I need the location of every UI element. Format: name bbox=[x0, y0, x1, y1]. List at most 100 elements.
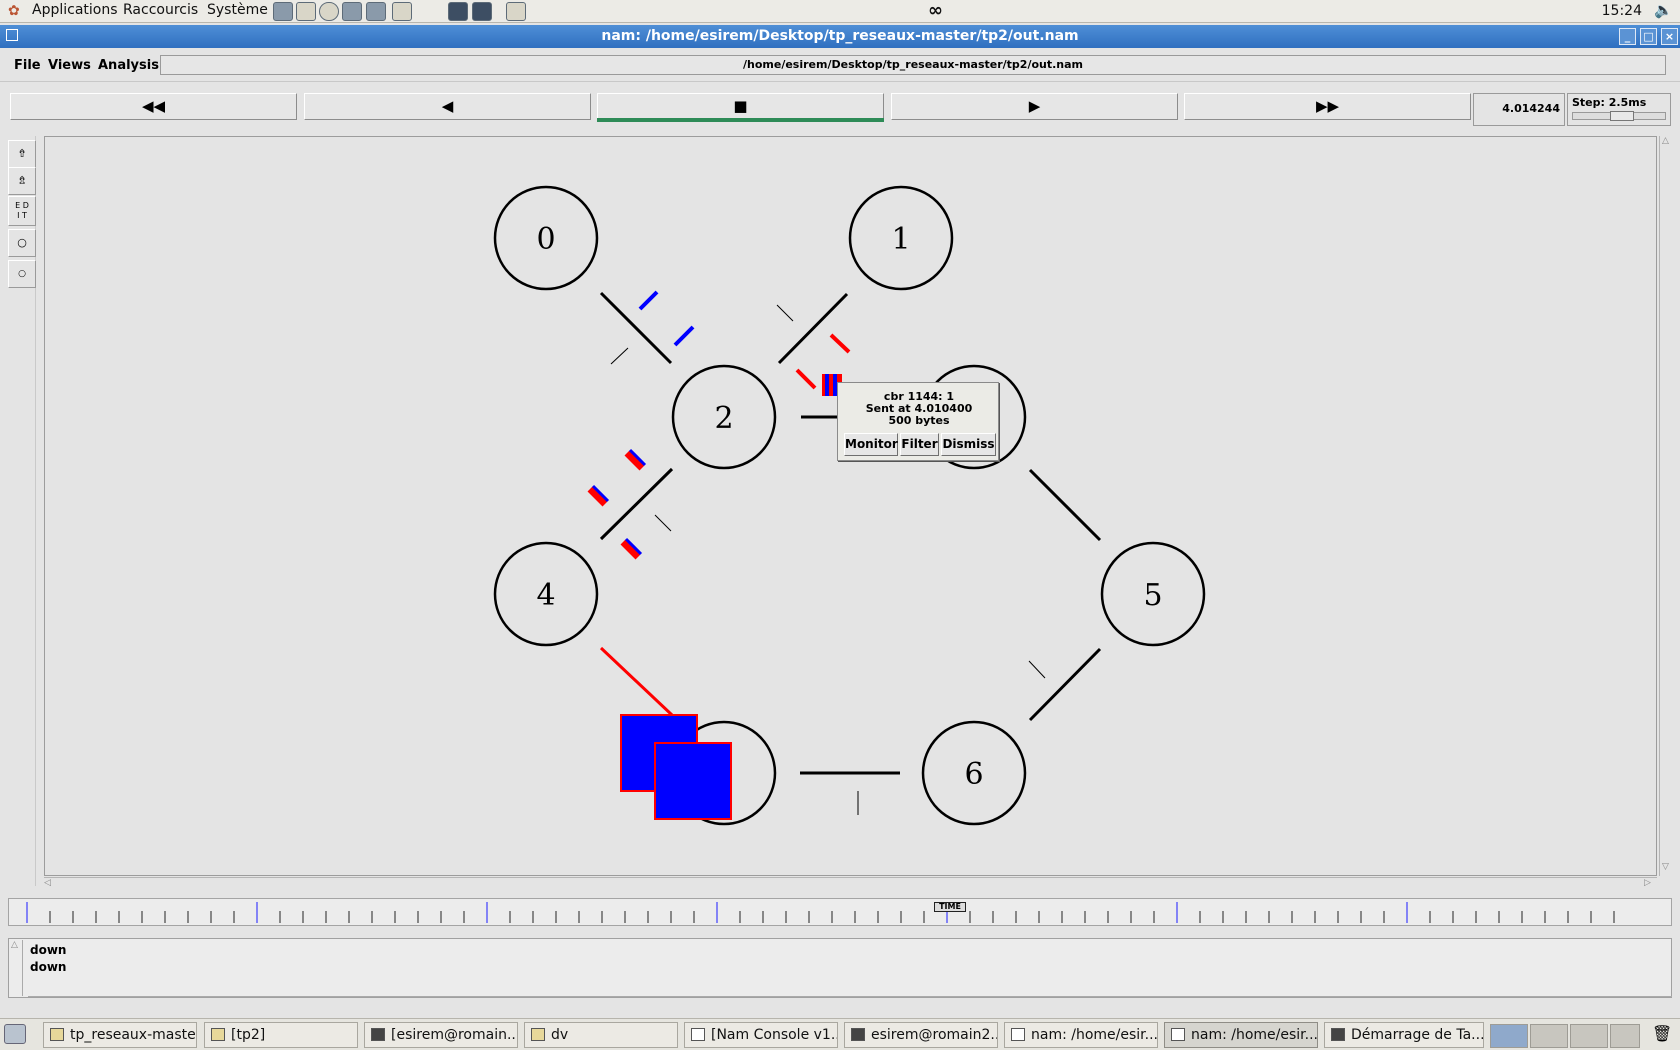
task-tp2[interactable]: [tp2] bbox=[204, 1022, 358, 1048]
terminal-icon bbox=[371, 1028, 385, 1041]
network-launcher-icon[interactable] bbox=[273, 2, 293, 21]
workspace-4[interactable] bbox=[1610, 1024, 1640, 1048]
analysis-menu[interactable]: Analysis bbox=[98, 58, 159, 73]
task-tp-reseaux-master[interactable]: tp_reseaux-master bbox=[43, 1022, 197, 1048]
task-label: esirem@romain2... bbox=[871, 1027, 998, 1043]
trace-path-field: /home/esirem/Desktop/tp_reseaux-master/t… bbox=[160, 55, 1666, 75]
step-slider-knob[interactable] bbox=[1610, 111, 1634, 121]
packet-info-popup: cbr 1144: 1 Sent at 4.010400 500 bytes M… bbox=[837, 382, 999, 461]
task-label: [Nam Console v1... bbox=[711, 1027, 838, 1043]
log-horizontal-scrollbar[interactable] bbox=[28, 996, 1672, 1006]
volume-icon[interactable]: 🔈 bbox=[1654, 1, 1674, 21]
screenshot-launcher-icon[interactable] bbox=[472, 2, 492, 21]
stop-button[interactable]: ■ bbox=[597, 93, 884, 120]
applications-menu[interactable]: Applications bbox=[32, 2, 118, 18]
disk-launcher-icon[interactable] bbox=[366, 2, 386, 21]
task-terminal-2[interactable]: esirem@romain2... bbox=[844, 1022, 998, 1048]
task-label: Démarrage de Ta... bbox=[1351, 1027, 1484, 1043]
animation-canvas[interactable]: 0 1 2 5 4 6 bbox=[44, 136, 1657, 876]
time-slider[interactable] bbox=[8, 898, 1672, 926]
play-backward-button[interactable]: ◀ bbox=[304, 93, 591, 120]
play-forward-button[interactable]: ▶ bbox=[891, 93, 1178, 120]
log-vertical-scrollbar[interactable]: △ bbox=[10, 940, 23, 996]
maximize-button[interactable]: □ bbox=[1640, 28, 1657, 45]
close-button[interactable]: × bbox=[1661, 28, 1678, 45]
terminal-launcher-icon[interactable] bbox=[448, 2, 468, 21]
node-label-0: 0 bbox=[536, 222, 555, 257]
task-nam-console[interactable]: [Nam Console v1... bbox=[684, 1022, 838, 1048]
views-menu[interactable]: Views bbox=[48, 58, 91, 73]
window-menu-icon[interactable] bbox=[6, 29, 18, 41]
window-title: nam: /home/esirem/Desktop/tp_reseaux-mas… bbox=[601, 28, 1079, 44]
dismiss-button[interactable]: Dismiss bbox=[941, 433, 996, 456]
filter-button[interactable]: Filter bbox=[900, 433, 939, 456]
show-desktop-icon[interactable] bbox=[4, 1024, 26, 1044]
task-label: [tp2] bbox=[231, 1027, 266, 1043]
fast-rewind-button[interactable]: ◀◀ bbox=[10, 93, 297, 120]
canvas-vertical-scrollbar[interactable]: △ ▽ bbox=[1659, 136, 1673, 876]
eyes-applet-icon: ∞ bbox=[928, 0, 943, 21]
link-3-5 bbox=[1028, 468, 1102, 542]
folder-icon bbox=[50, 1028, 64, 1041]
zoom-in-icon[interactable]: ⇮ bbox=[8, 140, 36, 168]
folder-icon bbox=[211, 1028, 225, 1041]
monitor-button[interactable]: Monitor bbox=[844, 433, 898, 456]
task-dv[interactable]: dv bbox=[524, 1022, 678, 1048]
log-line: down bbox=[30, 943, 67, 957]
step-control: Step: 2.5ms bbox=[1567, 93, 1671, 126]
node-label-4: 4 bbox=[536, 578, 555, 613]
power-launcher-icon[interactable] bbox=[319, 2, 339, 21]
node-label-5: 5 bbox=[1143, 578, 1162, 613]
task-label: tp_reseaux-master bbox=[70, 1027, 197, 1043]
system-menu[interactable]: Système bbox=[207, 2, 268, 18]
canvas-horizontal-scrollbar[interactable]: ◁ ▷ bbox=[44, 877, 1657, 889]
window-titlebar[interactable]: nam: /home/esirem/Desktop/tp_reseaux-mas… bbox=[0, 25, 1680, 48]
mail-launcher-icon[interactable] bbox=[296, 2, 316, 21]
packet-1-2 bbox=[829, 333, 851, 354]
fast-forward-button[interactable]: ▶▶ bbox=[1184, 93, 1471, 120]
top-panel: ✿ Applications Raccourcis Système ∞ 15:2… bbox=[0, 0, 1680, 23]
folder-icon bbox=[531, 1028, 545, 1041]
step-label: Step: 2.5ms bbox=[1572, 96, 1647, 109]
zoom-out-icon[interactable]: ⇯ bbox=[8, 167, 36, 195]
stop-active-indicator bbox=[597, 118, 884, 122]
display-launcher-icon[interactable] bbox=[342, 2, 362, 21]
shortcuts-menu[interactable]: Raccourcis bbox=[123, 2, 198, 18]
workspace-2[interactable] bbox=[1530, 1024, 1568, 1048]
drop-packet-b bbox=[654, 742, 732, 820]
panel-clock[interactable]: 15:24 bbox=[1602, 3, 1642, 19]
large-circle-tool-icon[interactable]: ○ bbox=[8, 229, 36, 257]
time-slider-knob[interactable]: TIME bbox=[934, 902, 966, 912]
editor-launcher-icon[interactable] bbox=[392, 2, 412, 21]
link-2-4 bbox=[599, 467, 674, 541]
workspace-3[interactable] bbox=[1570, 1024, 1608, 1048]
link-1-2 bbox=[777, 292, 849, 365]
minimize-button[interactable]: _ bbox=[1619, 28, 1636, 45]
time-ticks bbox=[26, 902, 1615, 923]
edit-tool-button[interactable]: E D I T bbox=[8, 196, 36, 226]
topology-svg: 0 1 2 5 4 6 bbox=[493, 185, 1206, 826]
window-icon bbox=[691, 1028, 705, 1041]
window-icon bbox=[1011, 1028, 1025, 1041]
task-label: nam: /home/esir... bbox=[1031, 1027, 1158, 1043]
workspace-1[interactable] bbox=[1490, 1024, 1528, 1048]
gnome-foot-icon: ✿ bbox=[8, 3, 20, 19]
link-4-7 bbox=[599, 646, 674, 717]
task-terminal-1[interactable]: [esirem@romain... bbox=[364, 1022, 518, 1048]
node-label-1: 1 bbox=[891, 222, 910, 257]
task-label: dv bbox=[551, 1027, 569, 1043]
nam-menubar: File Views Analysis /home/esirem/Desktop… bbox=[0, 48, 1680, 82]
notes-launcher-icon[interactable] bbox=[506, 2, 526, 21]
trash-icon[interactable]: 🗑 bbox=[1652, 1024, 1672, 1043]
file-menu[interactable]: File bbox=[14, 58, 41, 73]
packet-2-3-a bbox=[795, 368, 817, 390]
window-icon bbox=[1171, 1028, 1185, 1041]
task-nam-1[interactable]: nam: /home/esir... bbox=[1004, 1022, 1158, 1048]
small-circle-tool-icon[interactable]: ○ bbox=[8, 260, 36, 288]
node-label-6: 6 bbox=[964, 757, 983, 792]
task-demarrage[interactable]: Démarrage de Ta... bbox=[1324, 1022, 1484, 1048]
popup-size: 500 bytes bbox=[888, 414, 950, 427]
task-nam-2[interactable]: nam: /home/esir... bbox=[1164, 1022, 1318, 1048]
terminal-icon bbox=[851, 1028, 865, 1041]
camera-icon bbox=[1331, 1028, 1345, 1041]
